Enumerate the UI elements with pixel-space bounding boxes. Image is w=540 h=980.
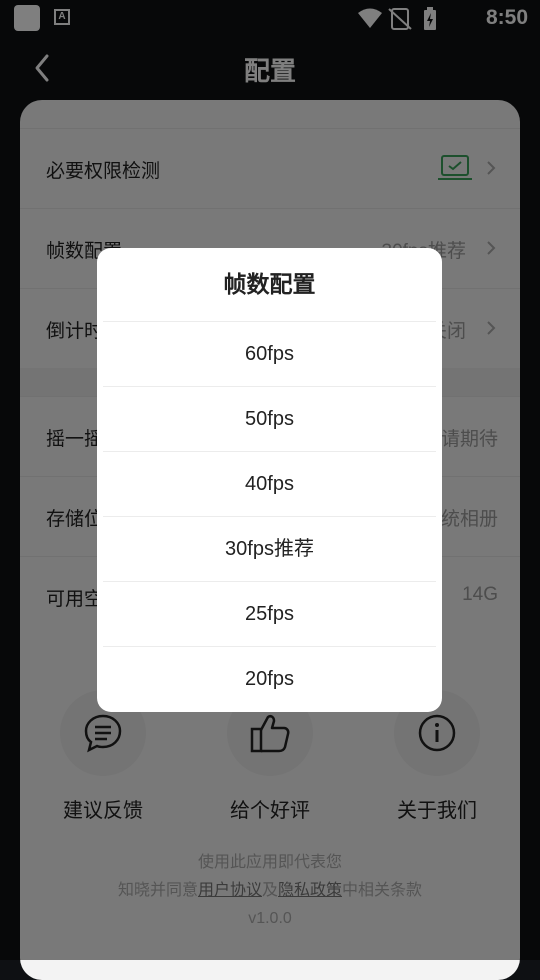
option-25fps[interactable]: 25fps [103, 581, 436, 646]
option-60fps[interactable]: 60fps [103, 321, 436, 386]
option-20fps[interactable]: 20fps [103, 646, 436, 711]
option-50fps[interactable]: 50fps [103, 386, 436, 451]
option-30fps[interactable]: 30fps推荐 [103, 516, 436, 581]
frame-rate-dialog: 帧数配置 60fps 50fps 40fps 30fps推荐 25fps 20f… [97, 248, 442, 712]
dialog-title: 帧数配置 [223, 271, 316, 297]
option-40fps[interactable]: 40fps [103, 451, 436, 516]
